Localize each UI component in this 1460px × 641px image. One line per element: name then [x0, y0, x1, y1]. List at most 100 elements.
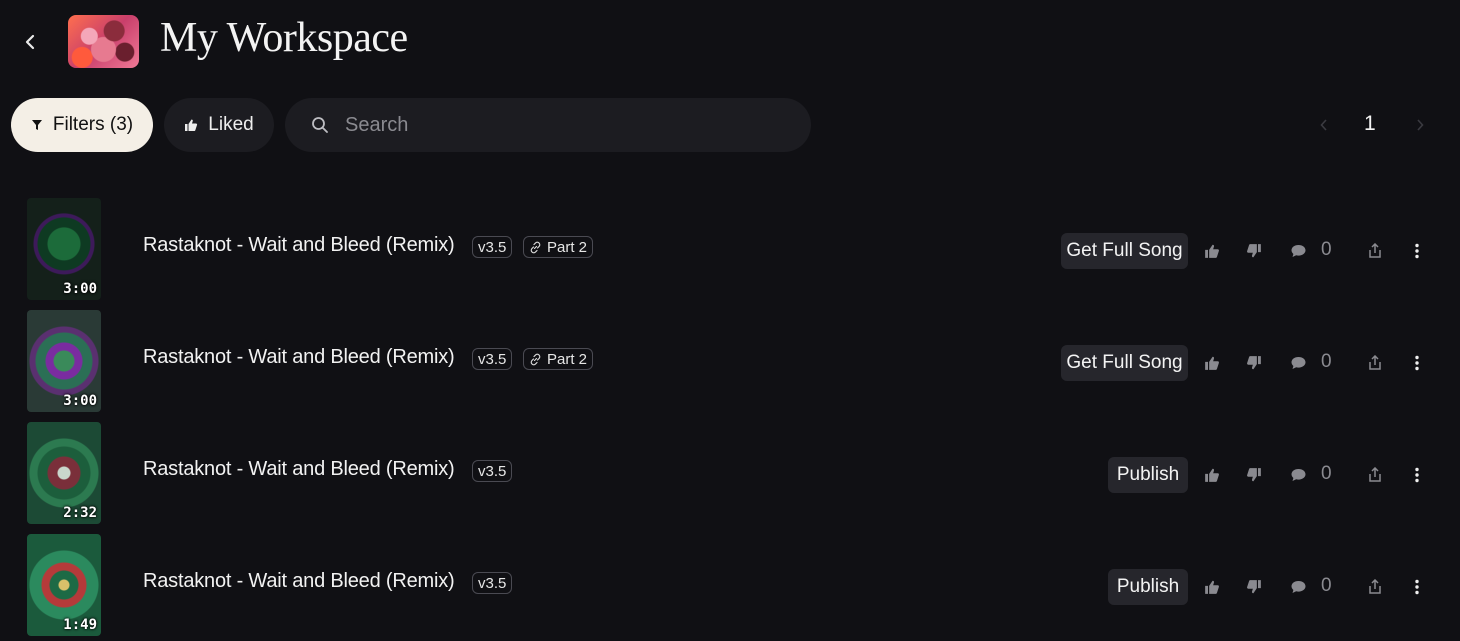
song-cover-thumbnail[interactable]: 1:49 — [27, 534, 101, 636]
more-options-button[interactable] — [1405, 463, 1429, 487]
comment-button[interactable] — [1286, 463, 1310, 487]
pagination: 1 — [1300, 98, 1450, 152]
link-icon — [530, 241, 541, 253]
search-box — [285, 98, 811, 152]
thumbs-down-icon — [1247, 580, 1261, 594]
filters-button[interactable]: Filters (3) — [11, 98, 153, 152]
search-icon — [312, 117, 328, 133]
share-icon — [1369, 355, 1381, 370]
comment-count: 0 — [1321, 463, 1332, 484]
get-full-song-button[interactable]: Get Full Song — [1061, 345, 1188, 381]
get-full-song-button[interactable]: Get Full Song — [1061, 233, 1188, 269]
comment-count: 0 — [1321, 575, 1332, 596]
thumbs-up-icon — [1205, 356, 1219, 370]
more-vertical-icon — [1415, 355, 1419, 371]
workspace-avatar — [68, 15, 139, 68]
song-title[interactable]: Rastaknot - Wait and Bleed (Remix) — [143, 346, 455, 369]
share-button[interactable] — [1363, 575, 1387, 599]
current-page-number: 1 — [1364, 112, 1376, 135]
like-button[interactable] — [1200, 463, 1224, 487]
song-row[interactable]: 1:49 Rastaknot - Wait and Bleed (Remix) … — [0, 534, 1460, 641]
thumbs-up-icon — [185, 119, 198, 131]
thumbs-down-icon — [1247, 356, 1261, 370]
dislike-button[interactable] — [1242, 351, 1266, 375]
song-duration: 1:49 — [63, 617, 97, 633]
next-page-button[interactable] — [1410, 115, 1430, 135]
link-icon — [530, 353, 541, 365]
thumbs-down-icon — [1247, 244, 1261, 258]
chevron-left-icon — [25, 34, 35, 50]
search-input[interactable] — [345, 113, 785, 137]
more-vertical-icon — [1415, 467, 1419, 483]
like-button[interactable] — [1200, 351, 1224, 375]
comment-icon — [1291, 357, 1305, 369]
dislike-button[interactable] — [1242, 575, 1266, 599]
publish-button[interactable]: Publish — [1108, 457, 1188, 493]
comment-button[interactable] — [1286, 575, 1310, 599]
song-list: 3:00 Rastaknot - Wait and Bleed (Remix) … — [0, 198, 1460, 641]
part-label: Part 2 — [547, 350, 588, 368]
chevron-right-icon — [1417, 119, 1424, 131]
version-label: v3.5 — [478, 238, 507, 256]
thumbs-up-icon — [1205, 580, 1219, 594]
version-badge: v3.5 — [472, 572, 513, 594]
filter-icon — [31, 120, 42, 130]
liked-label: Liked — [208, 114, 254, 135]
comment-button[interactable] — [1286, 351, 1310, 375]
previous-page-button[interactable] — [1314, 115, 1334, 135]
comment-count: 0 — [1321, 351, 1332, 372]
song-row[interactable]: 2:32 Rastaknot - Wait and Bleed (Remix) … — [0, 422, 1460, 534]
more-options-button[interactable] — [1405, 575, 1429, 599]
toolbar: Filters (3) Liked 1 — [0, 98, 1460, 154]
song-duration: 3:00 — [63, 281, 97, 297]
song-cover-thumbnail[interactable]: 3:00 — [27, 310, 101, 412]
more-vertical-icon — [1415, 579, 1419, 595]
version-label: v3.5 — [478, 350, 507, 368]
share-button[interactable] — [1363, 463, 1387, 487]
more-options-button[interactable] — [1405, 239, 1429, 263]
dislike-button[interactable] — [1242, 239, 1266, 263]
part-link-badge[interactable]: Part 2 — [523, 236, 594, 258]
song-cover-thumbnail[interactable]: 3:00 — [27, 198, 101, 300]
back-button[interactable] — [14, 26, 46, 58]
version-badge: v3.5 — [472, 460, 513, 482]
dislike-button[interactable] — [1242, 463, 1266, 487]
like-button[interactable] — [1200, 575, 1224, 599]
page-title: My Workspace — [160, 15, 408, 61]
more-options-button[interactable] — [1405, 351, 1429, 375]
part-link-badge[interactable]: Part 2 — [523, 348, 594, 370]
version-label: v3.5 — [478, 574, 507, 592]
thumbs-up-icon — [1205, 468, 1219, 482]
workspace-header: My Workspace — [0, 0, 1460, 82]
like-button[interactable] — [1200, 239, 1224, 263]
share-icon — [1369, 579, 1381, 594]
chevron-left-icon — [1320, 119, 1327, 131]
version-badge: v3.5 — [472, 236, 513, 258]
song-row[interactable]: 3:00 Rastaknot - Wait and Bleed (Remix) … — [0, 310, 1460, 422]
song-title[interactable]: Rastaknot - Wait and Bleed (Remix) — [143, 570, 455, 593]
song-title[interactable]: Rastaknot - Wait and Bleed (Remix) — [143, 234, 455, 257]
share-icon — [1369, 243, 1381, 258]
comment-count: 0 — [1321, 239, 1332, 260]
thumbs-down-icon — [1247, 468, 1261, 482]
song-cover-thumbnail[interactable]: 2:32 — [27, 422, 101, 524]
version-badge: v3.5 — [472, 348, 513, 370]
comment-button[interactable] — [1286, 239, 1310, 263]
comment-icon — [1291, 581, 1305, 593]
version-label: v3.5 — [478, 462, 507, 480]
share-button[interactable] — [1363, 351, 1387, 375]
thumbs-up-icon — [1205, 244, 1219, 258]
song-duration: 2:32 — [63, 505, 97, 521]
share-button[interactable] — [1363, 239, 1387, 263]
comment-icon — [1291, 245, 1305, 257]
song-duration: 3:00 — [63, 393, 97, 409]
publish-button[interactable]: Publish — [1108, 569, 1188, 605]
comment-icon — [1291, 469, 1305, 481]
song-title[interactable]: Rastaknot - Wait and Bleed (Remix) — [143, 458, 455, 481]
share-icon — [1369, 467, 1381, 482]
part-label: Part 2 — [547, 238, 588, 256]
more-vertical-icon — [1415, 243, 1419, 259]
song-row[interactable]: 3:00 Rastaknot - Wait and Bleed (Remix) … — [0, 198, 1460, 310]
liked-filter-button[interactable]: Liked — [164, 98, 274, 152]
filters-label: Filters (3) — [52, 114, 134, 135]
